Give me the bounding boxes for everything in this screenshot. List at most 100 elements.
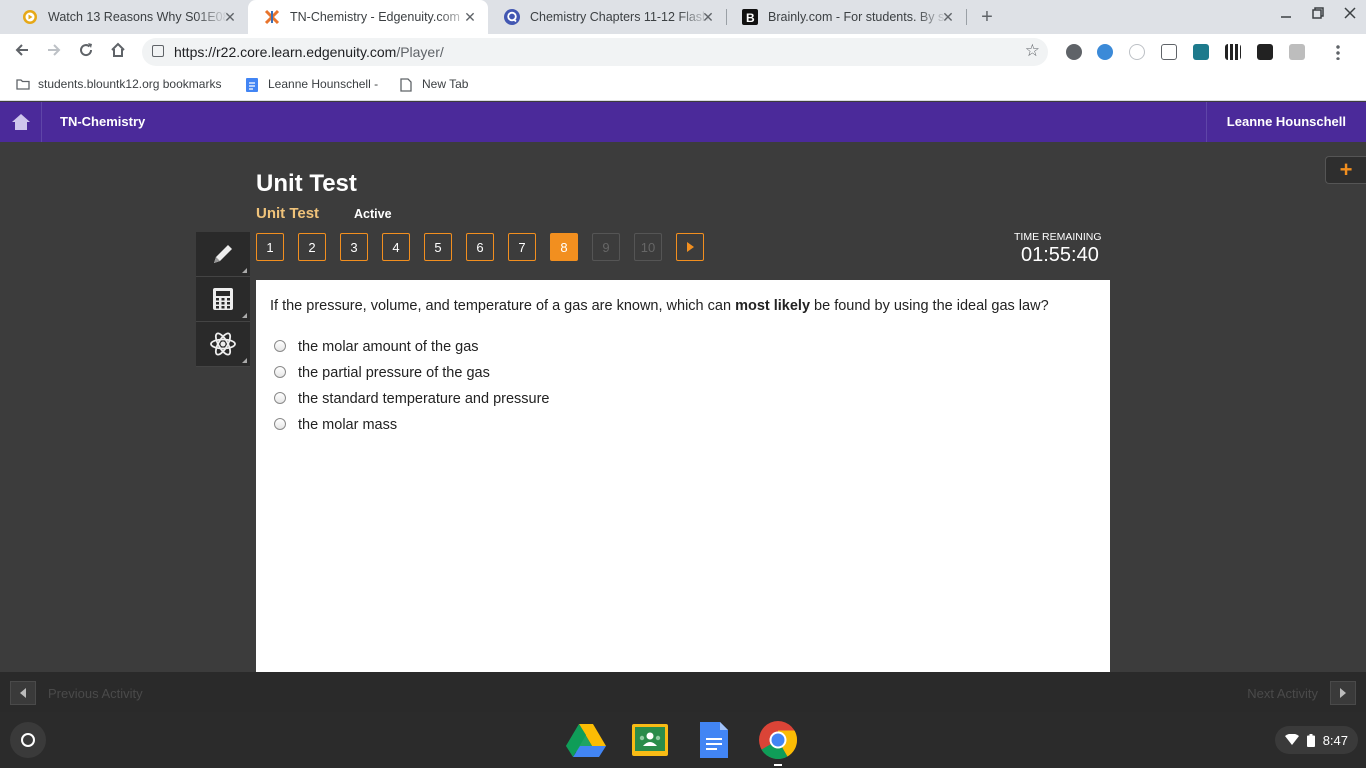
edgenuity-icon <box>264 9 280 25</box>
calculator-icon <box>213 288 233 310</box>
bookmarks-bar: students.blountk12.org bookmarks Leanne … <box>0 70 1366 101</box>
minimize-window-icon[interactable] <box>1276 6 1296 22</box>
url-text: https://r22.core.learn.edgenuity.com/Pla… <box>174 44 444 60</box>
restore-window-icon[interactable] <box>1308 6 1328 22</box>
home-icon[interactable] <box>106 41 130 63</box>
status-tray[interactable]: 8:47 <box>1274 726 1358 754</box>
answer-option[interactable]: the molar amount of the gas <box>274 334 549 360</box>
brainly-icon: B <box>742 9 758 25</box>
browser-tab[interactable]: B Brainly.com - For students. By st ✕ <box>726 0 966 34</box>
periodic-table-tool-button[interactable] <box>196 322 250 367</box>
launcher-button[interactable] <box>10 722 46 758</box>
close-tab-icon[interactable]: ✕ <box>222 9 238 25</box>
question-button-1[interactable]: 1 <box>256 233 284 261</box>
cast-icon[interactable] <box>1161 44 1177 60</box>
activity-name: Unit Test <box>256 205 320 222</box>
browser-tab[interactable]: Chemistry Chapters 11-12 Flash ✕ <box>488 0 726 34</box>
profile-icon[interactable] <box>1289 44 1305 60</box>
tab-separator <box>966 9 967 25</box>
home-button[interactable] <box>0 102 42 142</box>
extension-icon[interactable] <box>1066 44 1082 60</box>
plus-icon: + <box>1339 157 1353 182</box>
question-button-10-disabled: 10 <box>634 233 662 261</box>
close-window-icon[interactable] <box>1340 6 1360 22</box>
extension-icon[interactable] <box>1193 44 1209 60</box>
course-title[interactable]: TN-Chemistry <box>60 114 145 129</box>
new-tab-button[interactable]: + <box>976 6 998 29</box>
question-button-7[interactable]: 7 <box>508 233 536 261</box>
activity-footer: Previous Activity Next Activity <box>0 672 1366 712</box>
folder-icon <box>16 78 30 90</box>
house-icon <box>11 114 30 130</box>
os-shelf: 8:47 <box>0 712 1366 768</box>
question-button-2[interactable]: 2 <box>298 233 326 261</box>
question-button-5[interactable]: 5 <box>424 233 452 261</box>
previous-activity-button[interactable]: Previous Activity <box>10 681 155 705</box>
tool-palette <box>196 232 250 367</box>
radio-button[interactable] <box>274 418 286 430</box>
question-text: If the pressure, volume, and temperature… <box>270 298 1049 314</box>
google-drive-icon[interactable] <box>566 721 606 759</box>
chrome-icon[interactable] <box>758 721 798 766</box>
answer-option[interactable]: the standard temperature and pressure <box>274 386 549 412</box>
close-tab-icon[interactable]: ✕ <box>462 9 478 25</box>
bookmark-item[interactable]: Leanne Hounschell - <box>246 77 378 92</box>
site-info-icon[interactable] <box>152 45 164 57</box>
question-button-3[interactable]: 3 <box>340 233 368 261</box>
user-menu[interactable]: Leanne Hounschell <box>1206 102 1366 142</box>
timer-label: TIME REMAINING <box>1014 231 1102 243</box>
user-name: Leanne Hounschell <box>1226 114 1346 129</box>
pencil-tool-button[interactable] <box>196 232 250 277</box>
google-docs-icon[interactable] <box>694 721 734 759</box>
close-tab-icon[interactable]: ✕ <box>700 9 716 25</box>
next-activity-button[interactable]: Next Activity <box>1235 681 1356 705</box>
left-arrow-icon <box>10 681 36 705</box>
extension-icon[interactable] <box>1097 44 1113 60</box>
clock-time: 8:47 <box>1322 732 1348 748</box>
help-icon[interactable] <box>1129 44 1145 60</box>
menu-kebab-icon[interactable] <box>1336 44 1340 60</box>
docs-icon <box>246 78 260 92</box>
extension-icon[interactable] <box>1257 44 1273 60</box>
browser-tab[interactable]: Watch 13 Reasons Why S01E08 ✕ <box>6 0 248 34</box>
atom-icon <box>210 332 236 356</box>
app-header: TN-Chemistry Leanne Hounschell <box>0 102 1366 142</box>
question-button-4[interactable]: 4 <box>382 233 410 261</box>
activity-status: Active <box>354 207 392 221</box>
answer-list: the molar amount of the gas the partial … <box>274 334 549 438</box>
timer-value: 01:55:40 <box>1021 244 1099 266</box>
next-question-button[interactable] <box>676 233 704 261</box>
browser-toolbar: https://r22.core.learn.edgenuity.com/Pla… <box>0 34 1366 70</box>
close-tab-icon[interactable]: ✕ <box>940 9 956 25</box>
question-navigator: 1 2 3 4 5 6 7 8 9 10 <box>256 233 718 261</box>
forward-arrow-icon[interactable] <box>42 41 66 63</box>
question-button-8-current[interactable]: 8 <box>550 233 578 261</box>
bookmark-folder[interactable]: students.blountk12.org bookmarks <box>16 77 221 91</box>
expand-corner-icon <box>242 358 247 363</box>
bookmark-item[interactable]: New Tab <box>400 77 468 92</box>
main-content: + Unit Test Unit Test Active 1 2 3 4 5 6… <box>0 142 1366 672</box>
answer-option[interactable]: the partial pressure of the gas <box>274 360 549 386</box>
svg-text:B: B <box>746 11 755 25</box>
question-button-6[interactable]: 6 <box>466 233 494 261</box>
browser-tab-strip: Watch 13 Reasons Why S01E08 ✕ TN-Chemist… <box>0 0 1366 34</box>
bookmark-star-icon[interactable]: ☆ <box>1025 41 1040 61</box>
radio-button[interactable] <box>274 392 286 404</box>
reload-icon[interactable] <box>74 41 98 63</box>
app-running-indicator <box>774 764 782 766</box>
qr-code-icon[interactable] <box>1225 44 1241 60</box>
wifi-icon <box>1284 734 1299 745</box>
radio-button[interactable] <box>274 340 286 352</box>
question-panel: If the pressure, volume, and temperature… <box>256 280 1110 672</box>
browser-tab-active[interactable]: TN-Chemistry - Edgenuity.com ✕ <box>248 0 488 34</box>
address-bar[interactable]: https://r22.core.learn.edgenuity.com/Pla… <box>142 38 1048 66</box>
radio-button[interactable] <box>274 366 286 378</box>
back-arrow-icon[interactable] <box>10 41 34 63</box>
calculator-tool-button[interactable] <box>196 277 250 322</box>
expand-panel-button[interactable]: + <box>1325 156 1366 184</box>
google-classroom-icon[interactable] <box>630 721 670 759</box>
quizlet-icon <box>504 9 520 25</box>
play-arrow-icon <box>687 242 694 252</box>
answer-option[interactable]: the molar mass <box>274 412 549 438</box>
launcher-icon <box>21 733 35 747</box>
